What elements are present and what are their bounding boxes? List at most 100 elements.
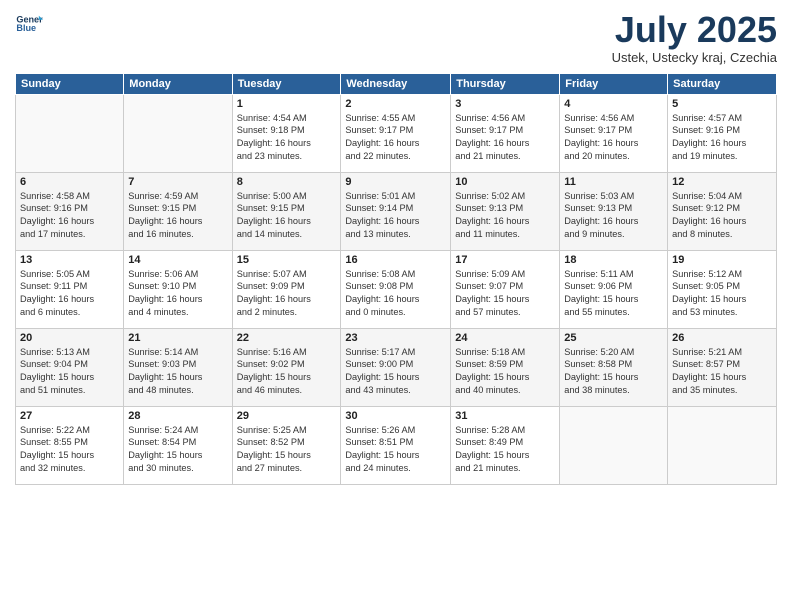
day-number: 4 <box>564 98 663 110</box>
calendar-cell: 21 Sunrise: 5:14 AM Sunset: 9:03 PM Dayli… <box>124 328 232 406</box>
calendar-cell: 13 Sunrise: 5:05 AM Sunset: 9:11 PM Dayli… <box>16 250 124 328</box>
day-info: Sunrise: 5:01 AM Sunset: 9:14 PM Dayligh… <box>345 190 446 242</box>
calendar-week-2: 6 Sunrise: 4:58 AM Sunset: 9:16 PM Daylig… <box>16 172 777 250</box>
day-number: 19 <box>672 254 772 266</box>
calendar-cell: 25 Sunrise: 5:20 AM Sunset: 8:58 PM Dayli… <box>560 328 668 406</box>
day-number: 6 <box>20 176 119 188</box>
calendar-cell <box>560 406 668 484</box>
calendar-cell: 27Sunrise: 5:22 AM Sunset: 8:55 PM Dayli… <box>16 406 124 484</box>
day-info: Sunrise: 5:08 AM Sunset: 9:08 PM Dayligh… <box>345 268 446 320</box>
day-number: 23 <box>345 332 446 344</box>
day-info: Sunrise: 4:54 AM Sunset: 9:18 PM Dayligh… <box>237 112 337 164</box>
day-number: 24 <box>455 332 555 344</box>
day-number: 9 <box>345 176 446 188</box>
header-thursday: Thursday <box>451 73 560 94</box>
day-number: 20 <box>20 332 119 344</box>
day-number: 31 <box>455 410 555 422</box>
calendar-cell: 16 Sunrise: 5:08 AM Sunset: 9:08 PM Dayli… <box>341 250 451 328</box>
day-number: 5 <box>672 98 772 110</box>
day-info: Sunrise: 5:24 AM Sunset: 8:54 PM Dayligh… <box>128 424 227 476</box>
day-number: 21 <box>128 332 227 344</box>
calendar-cell: 6 Sunrise: 4:58 AM Sunset: 9:16 PM Daylig… <box>16 172 124 250</box>
header-saturday: Saturday <box>668 73 777 94</box>
page: General Blue General Blue July 2025 Uste… <box>0 0 792 612</box>
calendar-cell: 29 Sunrise: 5:25 AM Sunset: 8:52 PM Dayli… <box>232 406 341 484</box>
calendar-week-3: 13 Sunrise: 5:05 AM Sunset: 9:11 PM Dayli… <box>16 250 777 328</box>
calendar-cell: 15Sunrise: 5:07 AM Sunset: 9:09 PM Dayli… <box>232 250 341 328</box>
header-tuesday: Tuesday <box>232 73 341 94</box>
calendar-week-4: 20 Sunrise: 5:13 AM Sunset: 9:04 PM Dayli… <box>16 328 777 406</box>
calendar-cell: 7 Sunrise: 4:59 AM Sunset: 9:15 PM Daylig… <box>124 172 232 250</box>
day-info: Sunrise: 4:57 AM Sunset: 9:16 PM Dayligh… <box>672 112 772 164</box>
day-info: Sunrise: 5:16 AM Sunset: 9:02 PM Dayligh… <box>237 346 337 398</box>
weekday-row: Sunday Monday Tuesday Wednesday Thursday… <box>16 73 777 94</box>
calendar-cell: 3Sunrise: 4:56 AM Sunset: 9:17 PM Daylig… <box>451 94 560 172</box>
calendar-week-1: 1 Sunrise: 4:54 AM Sunset: 9:18 PM Daylig… <box>16 94 777 172</box>
header-wednesday: Wednesday <box>341 73 451 94</box>
day-number: 11 <box>564 176 663 188</box>
day-number: 29 <box>237 410 337 422</box>
day-number: 2 <box>345 98 446 110</box>
day-number: 3 <box>455 98 555 110</box>
calendar-cell: 31 Sunrise: 5:28 AM Sunset: 8:49 PM Dayli… <box>451 406 560 484</box>
day-info: Sunrise: 5:02 AM Sunset: 9:13 PM Dayligh… <box>455 190 555 242</box>
calendar-cell <box>668 406 777 484</box>
calendar-cell: 28 Sunrise: 5:24 AM Sunset: 8:54 PM Dayli… <box>124 406 232 484</box>
calendar-cell: 8Sunrise: 5:00 AM Sunset: 9:15 PM Daylig… <box>232 172 341 250</box>
day-info: Sunrise: 5:28 AM Sunset: 8:49 PM Dayligh… <box>455 424 555 476</box>
day-info: Sunrise: 5:09 AM Sunset: 9:07 PM Dayligh… <box>455 268 555 320</box>
calendar-cell <box>16 94 124 172</box>
calendar-cell: 19Sunrise: 5:12 AM Sunset: 9:05 PM Dayli… <box>668 250 777 328</box>
day-info: Sunrise: 5:05 AM Sunset: 9:11 PM Dayligh… <box>20 268 119 320</box>
day-number: 10 <box>455 176 555 188</box>
month-title: July 2025 <box>612 10 777 50</box>
day-info: Sunrise: 5:25 AM Sunset: 8:52 PM Dayligh… <box>237 424 337 476</box>
day-info: Sunrise: 5:14 AM Sunset: 9:03 PM Dayligh… <box>128 346 227 398</box>
day-info: Sunrise: 5:06 AM Sunset: 9:10 PM Dayligh… <box>128 268 227 320</box>
day-number: 1 <box>237 98 337 110</box>
header-monday: Monday <box>124 73 232 94</box>
day-info: Sunrise: 4:59 AM Sunset: 9:15 PM Dayligh… <box>128 190 227 242</box>
day-number: 22 <box>237 332 337 344</box>
day-info: Sunrise: 5:18 AM Sunset: 8:59 PM Dayligh… <box>455 346 555 398</box>
day-info: Sunrise: 5:21 AM Sunset: 8:57 PM Dayligh… <box>672 346 772 398</box>
day-number: 14 <box>128 254 227 266</box>
calendar-cell: 14 Sunrise: 5:06 AM Sunset: 9:10 PM Dayli… <box>124 250 232 328</box>
day-info: Sunrise: 5:07 AM Sunset: 9:09 PM Dayligh… <box>237 268 337 320</box>
calendar-cell: 22 Sunrise: 5:16 AM Sunset: 9:02 PM Dayli… <box>232 328 341 406</box>
day-number: 16 <box>345 254 446 266</box>
day-info: Sunrise: 4:56 AM Sunset: 9:17 PM Dayligh… <box>564 112 663 164</box>
calendar-cell: 18Sunrise: 5:11 AM Sunset: 9:06 PM Dayli… <box>560 250 668 328</box>
day-number: 30 <box>345 410 446 422</box>
svg-text:Blue: Blue <box>16 23 36 33</box>
header-friday: Friday <box>560 73 668 94</box>
title-block: July 2025 Ustek, Ustecky kraj, Czechia <box>612 10 777 65</box>
day-info: Sunrise: 5:20 AM Sunset: 8:58 PM Dayligh… <box>564 346 663 398</box>
calendar-cell: 9 Sunrise: 5:01 AM Sunset: 9:14 PM Daylig… <box>341 172 451 250</box>
day-info: Sunrise: 5:03 AM Sunset: 9:13 PM Dayligh… <box>564 190 663 242</box>
calendar-cell: 23 Sunrise: 5:17 AM Sunset: 9:00 PM Dayli… <box>341 328 451 406</box>
day-info: Sunrise: 5:04 AM Sunset: 9:12 PM Dayligh… <box>672 190 772 242</box>
calendar-cell: 30 Sunrise: 5:26 AM Sunset: 8:51 PM Dayli… <box>341 406 451 484</box>
day-info: Sunrise: 5:13 AM Sunset: 9:04 PM Dayligh… <box>20 346 119 398</box>
calendar-cell: 12Sunrise: 5:04 AM Sunset: 9:12 PM Dayli… <box>668 172 777 250</box>
day-info: Sunrise: 5:17 AM Sunset: 9:00 PM Dayligh… <box>345 346 446 398</box>
day-number: 25 <box>564 332 663 344</box>
calendar-cell: 10 Sunrise: 5:02 AM Sunset: 9:13 PM Dayli… <box>451 172 560 250</box>
calendar-cell: 24 Sunrise: 5:18 AM Sunset: 8:59 PM Dayli… <box>451 328 560 406</box>
calendar-cell: 1 Sunrise: 4:54 AM Sunset: 9:18 PM Daylig… <box>232 94 341 172</box>
header-sunday: Sunday <box>16 73 124 94</box>
calendar-week-5: 27Sunrise: 5:22 AM Sunset: 8:55 PM Dayli… <box>16 406 777 484</box>
day-number: 27 <box>20 410 119 422</box>
day-info: Sunrise: 5:26 AM Sunset: 8:51 PM Dayligh… <box>345 424 446 476</box>
day-number: 7 <box>128 176 227 188</box>
day-number: 28 <box>128 410 227 422</box>
location: Ustek, Ustecky kraj, Czechia <box>612 50 777 65</box>
day-number: 26 <box>672 332 772 344</box>
header: General Blue General Blue July 2025 Uste… <box>15 10 777 65</box>
day-info: Sunrise: 5:00 AM Sunset: 9:15 PM Dayligh… <box>237 190 337 242</box>
day-number: 13 <box>20 254 119 266</box>
day-number: 17 <box>455 254 555 266</box>
day-info: Sunrise: 4:58 AM Sunset: 9:16 PM Dayligh… <box>20 190 119 242</box>
calendar-cell: 26 Sunrise: 5:21 AM Sunset: 8:57 PM Dayli… <box>668 328 777 406</box>
